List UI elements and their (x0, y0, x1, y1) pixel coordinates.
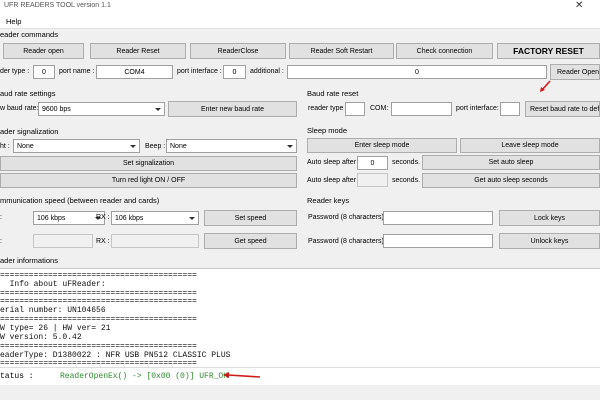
baud-rate-value: 9600 bps (42, 105, 71, 113)
port-name-label: port name : (59, 68, 95, 75)
menu-bar: Help (0, 15, 600, 29)
tx-speed-select[interactable]: 106 kbps (33, 211, 105, 225)
lock-keys-button[interactable]: Lock keys (499, 210, 600, 226)
auto-sleep-after-label: Auto sleep after (307, 159, 357, 166)
get-speed-button[interactable]: Get speed (204, 233, 297, 249)
reader-open-button[interactable]: Reader open (3, 43, 84, 59)
reader-reset-button[interactable]: Reader Reset (90, 43, 186, 59)
reset-baud-button[interactable]: Reset baud rate to default (525, 101, 600, 117)
tx-label: : (0, 214, 2, 221)
baud-reset-label: Baud rate reset (307, 89, 359, 98)
chevron-down-icon (130, 145, 136, 148)
lock-password-input[interactable] (383, 211, 493, 225)
port-name-input[interactable]: COM4 (96, 65, 173, 79)
enter-new-baud-button[interactable]: Enter new baud rate (168, 101, 297, 117)
reset-port-interface-label: port interface: (456, 105, 499, 112)
reader-type-input[interactable]: 0 (33, 65, 55, 79)
leave-sleep-button[interactable]: Leave sleep mode (460, 138, 600, 153)
reader-close-button[interactable]: ReaderClose (190, 43, 286, 59)
console-line: W version: 5.0.42 (0, 333, 82, 342)
seconds-label-2: seconds. (392, 177, 421, 184)
chevron-down-icon (155, 108, 161, 111)
rx-label-2: RX : (96, 238, 110, 245)
set-speed-button[interactable]: Set speed (204, 210, 297, 226)
console-line: ========================================… (0, 342, 197, 351)
chevron-down-icon (189, 217, 195, 220)
comm-speed-label: mmunication speed (between reader and ca… (0, 196, 160, 205)
console-line: erial number: UN104656 (0, 306, 106, 315)
reset-com-label: COM: (370, 105, 389, 112)
rx-label: RX : (96, 214, 110, 221)
reader-commands-label: eader commands (0, 30, 58, 39)
reader-type-label: der type : (0, 68, 30, 75)
reader-open-ex-button[interactable]: Reader Open Ex (550, 64, 600, 80)
sleep-mode-label: Sleep mode (307, 126, 348, 135)
enter-sleep-button[interactable]: Enter sleep mode (307, 138, 457, 153)
set-signalization-button[interactable]: Set signalization (0, 156, 297, 171)
window-title: UFR READERS TOOL version 1.1 (4, 2, 111, 9)
rx-speed-readonly (111, 234, 199, 248)
light-label: ht : (0, 143, 10, 150)
auto-sleep-readonly (357, 173, 388, 187)
status-prefix: tatus : (0, 372, 34, 381)
check-connection-button[interactable]: Check connection (396, 43, 493, 59)
console-line: ========================================… (0, 297, 197, 306)
port-interface-input[interactable]: 0 (223, 65, 246, 79)
factory-reset-button[interactable]: FACTORY RESET (497, 43, 600, 59)
reset-reader-type-input[interactable] (345, 102, 365, 116)
seconds-label: seconds. (392, 159, 421, 166)
unlock-password-input[interactable] (383, 234, 493, 248)
red-light-button[interactable]: Turn red light ON / OFF (0, 173, 297, 188)
chevron-down-icon (287, 145, 293, 148)
reset-com-input[interactable] (391, 102, 452, 116)
unlock-keys-button[interactable]: Unlock keys (499, 233, 600, 249)
console-line: ========================================… (0, 271, 197, 280)
tx-label-2: : (0, 238, 2, 245)
beep-value: None (170, 142, 187, 150)
reader-info-label: ader informations (0, 256, 58, 265)
reader-keys-label: Reader keys (307, 196, 350, 205)
set-auto-sleep-button[interactable]: Set auto sleep (422, 155, 600, 170)
close-icon[interactable]: ✕ (575, 0, 583, 11)
title-bar: UFR READERS TOOL version 1.1 ✕ (0, 0, 600, 15)
status-bar: tatus : ReaderOpenEx() -> [0x00 (0)] UFR… (0, 367, 600, 385)
get-auto-sleep-button[interactable]: Get auto sleep seconds (422, 173, 600, 188)
reset-port-interface-input[interactable] (500, 102, 520, 116)
tx-speed-readonly (33, 234, 93, 248)
additional-input[interactable]: 0 (287, 65, 547, 79)
baud-rate-select[interactable]: 9600 bps (38, 102, 165, 116)
tx-speed-value: 106 kbps (37, 214, 66, 222)
password-label: Password (8 characters) : (308, 214, 388, 221)
red-arrow-icon (540, 80, 551, 92)
beep-select[interactable]: None (166, 139, 297, 153)
reader-soft-restart-button[interactable]: Reader Soft Restart (289, 43, 394, 59)
reset-reader-type-label: reader type (308, 105, 344, 112)
beep-label: Beep : (145, 143, 166, 150)
port-interface-label: port interface : (177, 68, 222, 75)
baud-settings-label: aud rate settings (0, 89, 56, 98)
new-baud-label: w baud rate: (0, 105, 39, 112)
light-select[interactable]: None (13, 139, 140, 153)
red-arrow-icon (223, 372, 261, 378)
signalization-label: ader signalization (0, 127, 59, 136)
auto-sleep-input[interactable]: 0 (357, 156, 388, 170)
auto-sleep-after-label-2: Auto sleep after (307, 177, 357, 184)
rx-speed-select[interactable]: 106 kbps (111, 211, 199, 225)
rx-speed-value: 106 kbps (115, 214, 144, 222)
status-message: ReaderOpenEx() -> [0x00 (0)] UFR_OK (60, 372, 229, 381)
additional-label: additional : (250, 68, 284, 75)
console-line: Info about uFReader: (0, 280, 106, 289)
password-label-2: Password (8 characters) : (308, 238, 388, 245)
light-value: None (17, 142, 34, 150)
console-line: W type= 26 | HW ver= 21 (0, 324, 111, 333)
menu-help[interactable]: Help (6, 17, 21, 26)
console-line: ========================================… (0, 315, 197, 324)
